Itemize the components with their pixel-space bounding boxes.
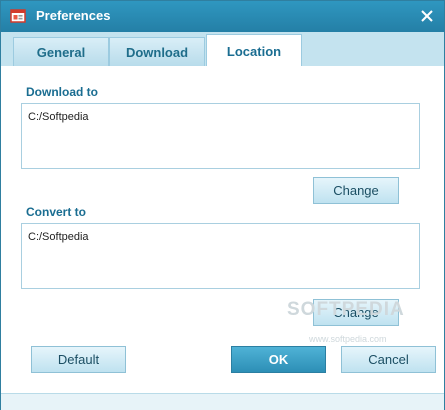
- tab-general[interactable]: General: [13, 37, 109, 66]
- softpedia-watermark: SOFTPEDIA: [287, 299, 405, 320]
- title-bar[interactable]: Preferences: [1, 1, 444, 32]
- preferences-window: Preferences General Download Location Do…: [0, 0, 445, 410]
- bottom-bar: [1, 393, 444, 410]
- tab-location[interactable]: Location: [206, 34, 302, 68]
- softpedia-watermark-url: www.softpedia.com: [309, 334, 387, 344]
- cancel-button[interactable]: Cancel: [341, 346, 436, 373]
- tab-bar: General Download Location: [1, 32, 444, 68]
- download-to-label: Download to: [26, 85, 98, 99]
- download-path-field[interactable]: C:/Softpedia: [21, 103, 420, 169]
- tab-download[interactable]: Download: [109, 37, 205, 66]
- convert-to-label: Convert to: [26, 205, 86, 219]
- app-icon: [10, 9, 26, 23]
- window-title: Preferences: [36, 8, 111, 23]
- download-change-button[interactable]: Change: [313, 177, 399, 204]
- convert-path-field[interactable]: C:/Softpedia: [21, 223, 420, 289]
- close-icon[interactable]: [416, 5, 438, 27]
- location-panel: Download to C:/Softpedia Change Convert …: [1, 66, 444, 409]
- ok-button[interactable]: OK: [231, 346, 326, 373]
- default-button[interactable]: Default: [31, 346, 126, 373]
